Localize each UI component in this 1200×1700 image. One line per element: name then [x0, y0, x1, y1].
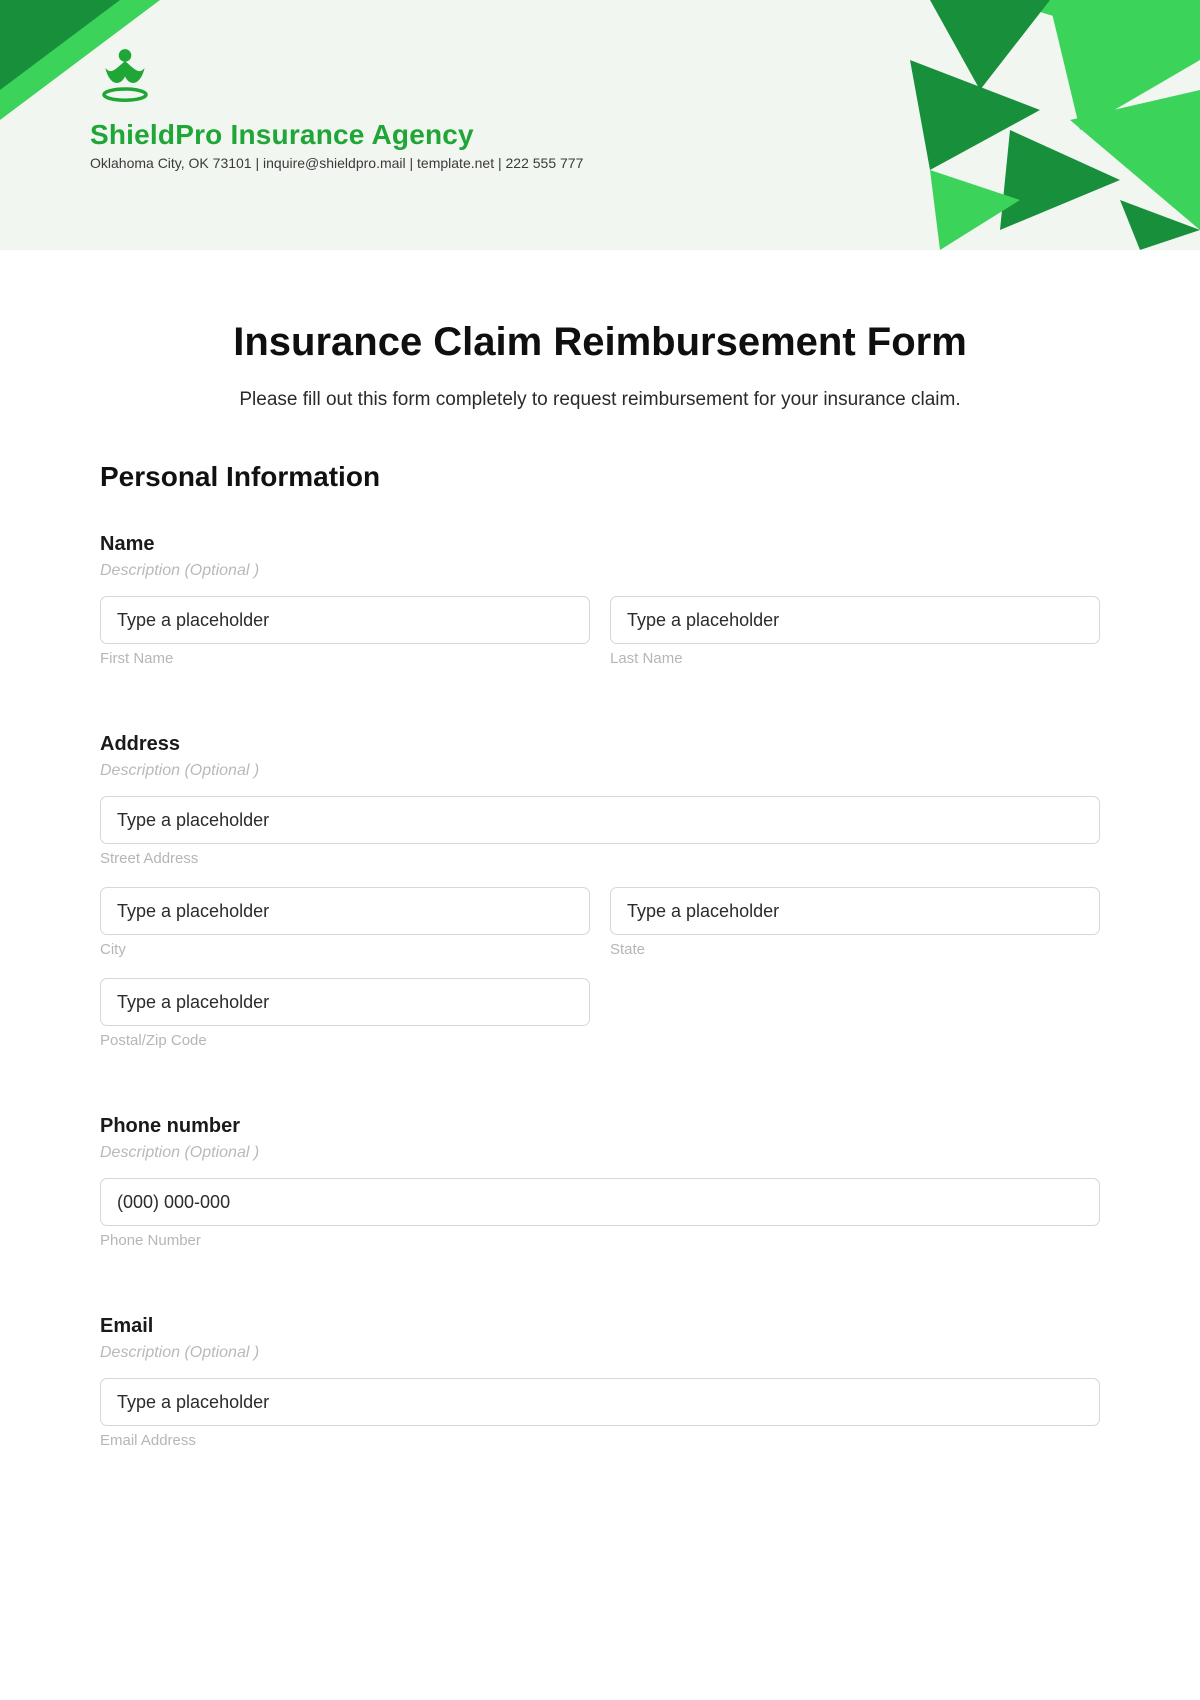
- label-phone: Phone number: [100, 1115, 1100, 1138]
- company-name: ShieldPro Insurance Agency: [90, 119, 1110, 151]
- company-contact-line: Oklahoma City, OK 73101 | inquire@shield…: [90, 155, 1110, 171]
- sublabel-first-name: First Name: [100, 650, 590, 667]
- sublabel-last-name: Last Name: [610, 650, 1100, 667]
- section-personal-info: Personal Information: [100, 461, 1100, 493]
- label-email: Email: [100, 1315, 1100, 1338]
- page-header: ShieldPro Insurance Agency Oklahoma City…: [0, 0, 1200, 250]
- form-title: Insurance Claim Reimbursement Form: [100, 320, 1100, 365]
- state-input[interactable]: [610, 887, 1100, 935]
- desc-email: Description (Optional ): [100, 1344, 1100, 1362]
- email-input[interactable]: [100, 1378, 1100, 1426]
- first-name-input[interactable]: [100, 596, 590, 644]
- sublabel-state: State: [610, 941, 1100, 958]
- phone-input[interactable]: [100, 1178, 1100, 1226]
- street-address-input[interactable]: [100, 796, 1100, 844]
- sublabel-street: Street Address: [100, 850, 1100, 867]
- label-address: Address: [100, 733, 1100, 756]
- sublabel-city: City: [100, 941, 590, 958]
- label-name: Name: [100, 533, 1100, 556]
- company-logo-icon: [90, 40, 160, 110]
- field-group-name: Name Description (Optional ) First Name …: [100, 533, 1100, 683]
- sublabel-phone: Phone Number: [100, 1232, 1100, 1249]
- field-group-email: Email Description (Optional ) Email Addr…: [100, 1315, 1100, 1465]
- desc-address: Description (Optional ): [100, 762, 1100, 780]
- field-group-address: Address Description (Optional ) Street A…: [100, 733, 1100, 1065]
- sublabel-zip: Postal/Zip Code: [100, 1032, 590, 1049]
- desc-name: Description (Optional ): [100, 562, 1100, 580]
- sublabel-email: Email Address: [100, 1432, 1100, 1449]
- zip-input[interactable]: [100, 978, 590, 1026]
- desc-phone: Description (Optional ): [100, 1144, 1100, 1162]
- last-name-input[interactable]: [610, 596, 1100, 644]
- form-intro: Please fill out this form completely to …: [100, 389, 1100, 411]
- field-group-phone: Phone number Description (Optional ) Pho…: [100, 1115, 1100, 1265]
- form-content: Insurance Claim Reimbursement Form Pleas…: [0, 250, 1200, 1555]
- city-input[interactable]: [100, 887, 590, 935]
